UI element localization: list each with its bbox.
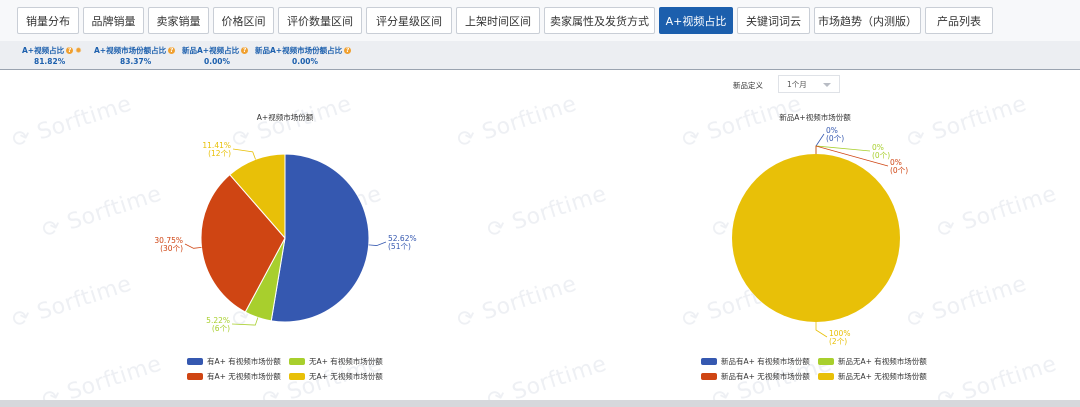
legend-label: 新品无A+ 有视频市场份额 xyxy=(838,357,927,366)
leader-line xyxy=(815,322,828,338)
legend-label: 无A+ 有视频市场份额 xyxy=(309,357,383,366)
legend-item[interactable]: 无A+ 无视频市场份额 xyxy=(289,371,383,382)
leader-line xyxy=(815,145,871,154)
slice-count-label: (0个) xyxy=(890,166,908,175)
legend-label: 无A+ 无视频市场份额 xyxy=(309,372,383,381)
slice-count-label: (0个) xyxy=(826,134,844,143)
chart-2-pie: 0%(0个)0%(0个)0%(0个)100%(2个) xyxy=(732,126,908,346)
legend-label: 有A+ 有视频市场份额 xyxy=(207,357,281,366)
legend-label: 有A+ 无视频市场份额 xyxy=(207,372,281,381)
legend-label: 新品有A+ 无视频市场份额 xyxy=(721,372,810,381)
legend-item[interactable]: 无A+ 有视频市场份额 xyxy=(289,356,383,367)
legend-swatch xyxy=(187,358,203,365)
slice-count-label: (0个) xyxy=(872,151,890,160)
legend-swatch xyxy=(187,373,203,380)
legend-swatch xyxy=(701,358,717,365)
leader-line xyxy=(815,133,825,154)
app-page: ⟳ Sorftime ⟳ Sorftime ⟳ Sorftime ⟳ Sorftime… xyxy=(0,0,1080,407)
legend-swatch xyxy=(818,358,834,365)
legend-swatch xyxy=(818,373,834,380)
pie-slice[interactable] xyxy=(732,154,900,322)
legend-item[interactable]: 有A+ 无视频市场份额 xyxy=(187,371,281,382)
legend-item[interactable]: 新品无A+ 无视频市场份额 xyxy=(818,371,927,382)
legend-label: 新品有A+ 有视频市场份额 xyxy=(721,357,810,366)
legend-swatch xyxy=(289,358,305,365)
legend-item[interactable]: 新品有A+ 无视频市场份额 xyxy=(701,371,810,382)
legend-label: 新品无A+ 无视频市场份额 xyxy=(838,372,927,381)
legend-item[interactable]: 有A+ 有视频市场份额 xyxy=(187,356,281,367)
legend-swatch xyxy=(289,373,305,380)
slice-count-label: (2个) xyxy=(829,337,847,346)
legend-swatch xyxy=(701,373,717,380)
legend-item[interactable]: 新品无A+ 有视频市场份额 xyxy=(818,356,927,367)
horizontal-scrollbar[interactable] xyxy=(0,400,1080,407)
legend-item[interactable]: 新品有A+ 有视频市场份额 xyxy=(701,356,810,367)
